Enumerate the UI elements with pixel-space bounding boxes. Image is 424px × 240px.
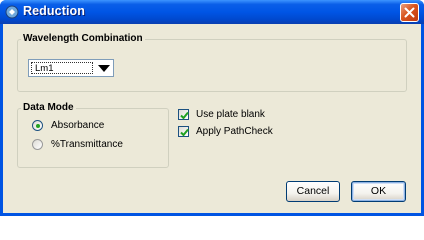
ok-button[interactable]: OK — [351, 181, 406, 202]
checkmark-icon — [180, 128, 189, 137]
dropdown-focus-box: Lm1 — [31, 62, 93, 74]
dialog-body: Wavelength Combination Lm1 Data Mode Abs… — [3, 24, 421, 213]
wavelength-combination-dropdown[interactable]: Lm1 — [28, 59, 114, 77]
apply-pathcheck-label[interactable]: Apply PathCheck — [196, 126, 273, 137]
wavelength-combination-label: Wavelength Combination — [21, 33, 145, 44]
chevron-down-icon — [98, 65, 110, 72]
checkmark-icon — [180, 111, 189, 120]
dialog-window: Reduction Wavelength Combination Lm1 Dat… — [0, 0, 424, 216]
dropdown-selected-value: Lm1 — [35, 63, 54, 74]
close-button[interactable] — [400, 3, 419, 22]
transmittance-label[interactable]: %Transmittance — [51, 139, 123, 150]
window-title: Reduction — [23, 4, 86, 18]
use-plate-blank-checkbox[interactable] — [178, 109, 189, 120]
app-icon — [5, 5, 19, 19]
data-mode-group — [17, 108, 169, 168]
close-icon — [404, 7, 415, 18]
apply-pathcheck-checkbox[interactable] — [178, 126, 189, 137]
transmittance-radio[interactable] — [32, 139, 43, 150]
absorbance-label[interactable]: Absorbance — [51, 120, 104, 131]
data-mode-label: Data Mode — [21, 102, 76, 113]
use-plate-blank-label[interactable]: Use plate blank — [196, 109, 265, 120]
absorbance-radio[interactable] — [32, 120, 43, 131]
cancel-button[interactable]: Cancel — [286, 181, 340, 202]
radio-selected-dot — [36, 124, 40, 128]
title-bar[interactable]: Reduction — [0, 0, 424, 24]
